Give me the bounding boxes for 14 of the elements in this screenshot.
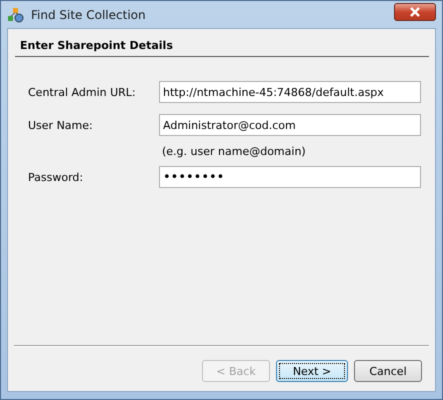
close-icon (409, 6, 421, 16)
dialog-button[interactable]: Cancel (354, 360, 422, 382)
field-label: Password: (28, 170, 84, 184)
hint-text: (e.g. user name@domain) (161, 145, 307, 158)
field-label: User Name: (28, 118, 94, 132)
field-label: Central Admin URL: (28, 86, 137, 98)
password-field[interactable]: •••••••• (159, 166, 421, 188)
network-icon (7, 6, 25, 22)
close-button[interactable] (394, 2, 436, 20)
input-field[interactable]: http://ntmachine-45:74868/default.aspx (159, 81, 421, 103)
window-title: Find Site Collection (31, 8, 146, 22)
input-field[interactable]: Administrator@cod.com (159, 114, 421, 136)
section-title: Enter Sharepoint Details (19, 38, 174, 54)
dialog-button[interactable]: Next > (276, 360, 348, 382)
